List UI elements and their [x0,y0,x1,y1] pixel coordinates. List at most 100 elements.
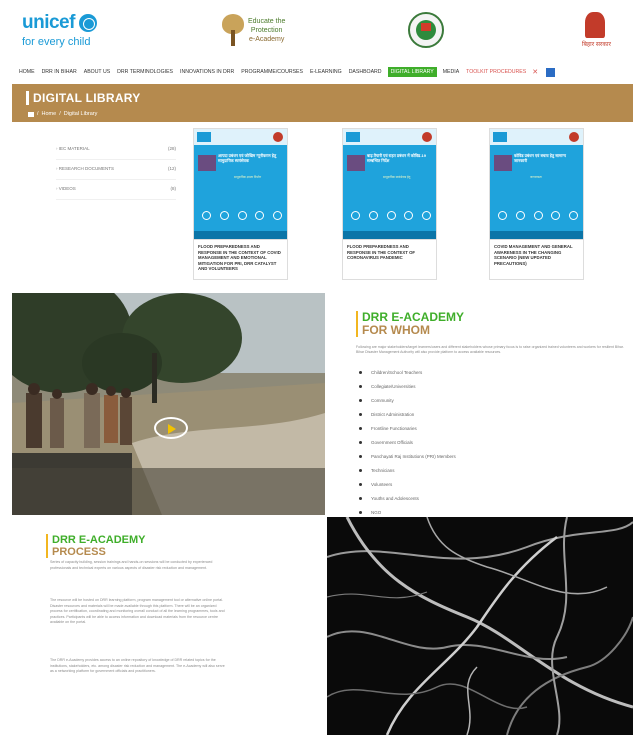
icon [422,211,431,220]
bsdma-logo-icon [569,132,579,142]
icon [386,211,396,220]
academy-line3: e-Academy [248,35,285,43]
category-item[interactable]: IEC MATERIAL (28) [56,140,176,160]
site-header: unicef for every child Educate the Prote… [0,0,633,64]
audience-item: District Administration [359,407,456,421]
icon [404,211,414,220]
e-academy-logo[interactable]: Educate the Protection e-Academy [222,14,285,46]
unicef-logo[interactable]: unicef for every child [22,12,97,48]
nav-item-home[interactable]: Home [18,67,36,77]
category-count: (12) [167,166,176,171]
category-name: VIDEOS [56,186,76,193]
process-paragraph: The DRR e-Academy provides access to an … [50,658,225,673]
mangrove-forest-image [327,517,633,735]
audience-item: Collegiate/Universities [359,379,456,393]
cover-subtitle: सामुदायिक क्षमता निर्माण [234,175,262,179]
page-title: DIGITAL LIBRARY [26,91,141,105]
unicef-logo-icon [346,132,360,142]
nav-item-digital-library[interactable]: Digital Library [387,67,437,77]
audience-list: Children/School Teachers Collegiate/Unive… [359,365,456,519]
icon [551,211,561,220]
cover-title: आपदा प्रबंधन एवं जोखिम न्यूनीकरण हेतु सा… [218,153,277,163]
icon [515,211,525,220]
category-list: IEC MATERIAL (28) RESEARCH DOCUMENTS (12) VI… [56,140,176,200]
cover-title: कोविड प्रबंधन एवं बचाव हेतु सामान्य जानक… [514,153,566,163]
accessibility-icon[interactable] [546,67,556,77]
breadcrumb-current: Digital Library [63,111,98,117]
nav-item-about-us[interactable]: About us [83,67,111,77]
cover-icons [498,211,578,220]
unicef-wordmark: unicef [22,12,75,33]
page-banner: DIGITAL LIBRARY / Home / Digital Library [12,84,633,122]
audience-item: Technicians [359,463,456,477]
audience-item: Youths and Adolescents [359,491,456,505]
nav-item-e-learning[interactable]: E-Learning [309,67,343,77]
nav-item-media[interactable]: Media [442,67,460,77]
tree-icon [222,14,244,46]
cover-subtitle: सामुदायिक स्वयंसेवक हेतु [383,175,411,179]
for-whom-heading: DRR E-ACADEMY FOR WHOM [356,311,464,337]
category-count: (8) [170,186,177,191]
unicef-logo-icon [197,132,211,142]
unicef-tagline: for every child [22,36,91,48]
home-icon[interactable] [28,111,34,117]
cover-subtitle: जागरूकता [530,175,542,179]
library-book-card[interactable]: कोविड प्रबंधन एवं बचाव हेतु सामान्य जानक… [489,128,584,280]
flood-video-thumbnail[interactable] [12,293,325,515]
audience-item: Children/School Teachers [359,365,456,379]
bsdma-logo-icon [422,132,432,142]
breadcrumb-home[interactable]: Home [42,111,57,117]
nav-item-programme-courses[interactable]: Programme/Courses [240,67,304,77]
nav-item-toolkit-procedures[interactable]: Toolkit Procedures [465,67,527,77]
cover-photo [347,155,365,171]
category-item[interactable]: RESEARCH DOCUMENTS (12) [56,160,176,180]
bihar-govt-emblem: बिहार सरकार [582,12,611,52]
icon [202,211,211,220]
bsdma-seal-icon [408,12,444,48]
process-heading: DRR E-ACADEMY PROCESS [46,534,146,558]
process-title-line2: PROCESS [52,546,106,558]
cover-icons [351,211,431,220]
emblem-icon [585,12,605,38]
icon [351,211,360,220]
cover-title: बाढ़ तैयारी एवं राहत प्रबंधन में कोविड-1… [367,153,426,163]
bihar-govt-label: बिहार सरकार [582,42,611,48]
icon [368,211,378,220]
academy-line2: Protection [250,26,283,34]
icon [569,211,578,220]
book-cover[interactable]: आपदा प्रबंधन एवं जोखिम न्यूनीकरण हेतु सा… [193,128,288,240]
library-book-card[interactable]: आपदा प्रबंधन एवं जोखिम न्यूनीकरण हेतु सा… [193,128,288,280]
book-cover[interactable]: कोविड प्रबंधन एवं बचाव हेतु सामान्य जानक… [489,128,584,240]
process-paragraph: The resource will be hosted on DRR learn… [50,598,225,624]
book-title[interactable]: FLOOD PREPAREDNESS AND RESPONSE IN THE C… [193,240,288,280]
unicef-globe-icon [78,14,97,32]
nav-item-innovations-in-drr[interactable]: Innovations in DRR [179,67,235,77]
nav-item-drr-in-bihar[interactable]: DRR in Bihar [41,67,78,77]
play-icon[interactable] [154,417,188,439]
book-title[interactable]: FLOOD PREPAREDNESS AND RESPONSE IN THE C… [342,240,437,280]
breadcrumb-sep: / [37,111,39,117]
category-name: RESEARCH DOCUMENTS [56,166,114,173]
process-title-line1: DRR E-ACADEMY [52,534,146,546]
icon [237,211,247,220]
cover-icons [202,211,282,220]
audience-item: Frontline Functionaries [359,421,456,435]
close-icon[interactable]: ✕ [532,68,541,77]
academy-line1: Educate the [248,17,286,25]
book-cover[interactable]: बाढ़ तैयारी एवं राहत प्रबंधन में कोविड-1… [342,128,437,240]
flood-scene-image [12,293,325,515]
category-name: IEC MATERIAL [56,146,90,153]
book-title[interactable]: COVID MANAGEMENT AND GENERAL AWARENESS I… [489,240,584,280]
icon [219,211,229,220]
nav-item-drr-terminologies[interactable]: DRR Terminologies [116,67,174,77]
icon [533,211,543,220]
process-paragraph: Series of capacity building, session tra… [50,560,213,570]
library-book-card[interactable]: बाढ़ तैयारी एवं राहत प्रबंधन में कोविड-1… [342,128,437,280]
for-whom-title-line2: FOR WHOM [362,323,430,337]
icon [498,211,507,220]
breadcrumb-sep: / [59,111,61,117]
bsdma-logo-icon [273,132,283,142]
category-item[interactable]: VIDEOS (8) [56,180,176,200]
nav-item-dashboard[interactable]: Dashboard [348,67,383,77]
cover-photo [198,155,216,171]
